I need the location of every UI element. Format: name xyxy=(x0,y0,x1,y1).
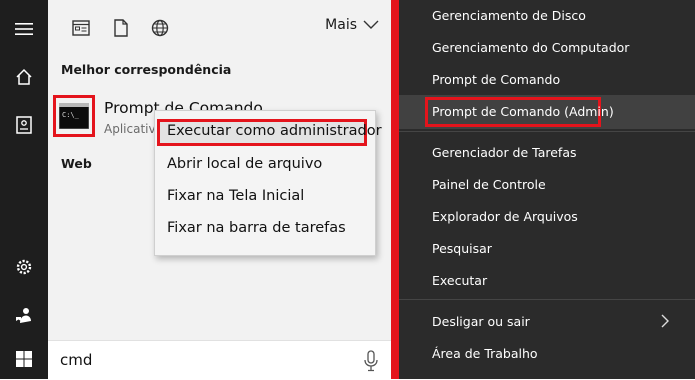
more-filters-button[interactable]: Mais xyxy=(325,17,379,33)
web-heading: Web xyxy=(61,156,92,171)
winx-item-file-explorer[interactable]: Explorador de Arquivos xyxy=(432,209,578,224)
winx-item-command-prompt-admin[interactable]: Prompt de Comando (Admin) xyxy=(432,104,614,119)
pin-to-start-item[interactable]: Fixar na Tela Inicial xyxy=(167,188,304,204)
run-as-admin-item[interactable]: Executar como administrador xyxy=(167,123,382,139)
winx-item-computer-management[interactable]: Gerenciamento do Computador xyxy=(432,40,629,55)
hamburger-icon[interactable] xyxy=(0,9,48,49)
more-filters-label: Mais xyxy=(325,17,357,33)
winx-menu: Gerenciamento de Disco Gerenciamento do … xyxy=(399,0,695,379)
winx-item-run[interactable]: Executar xyxy=(432,273,487,288)
filter-bar: Mais xyxy=(48,0,391,54)
winx-item-disk-management[interactable]: Gerenciamento de Disco xyxy=(432,8,586,23)
start-menu-search: Mais Melhor correspondência C:\_ Prompt … xyxy=(0,0,395,380)
web-filter-icon[interactable] xyxy=(149,17,171,39)
winx-item-search[interactable]: Pesquisar xyxy=(432,241,492,256)
home-icon[interactable] xyxy=(0,57,48,97)
gear-icon[interactable] xyxy=(0,247,48,287)
search-input[interactable]: cmd xyxy=(60,351,92,369)
panel-divider xyxy=(391,0,399,379)
winx-item-shutdown[interactable]: Desligar ou sair xyxy=(432,314,530,329)
windows-logo-icon[interactable] xyxy=(0,339,48,379)
winx-separator xyxy=(399,299,695,300)
notebook-icon[interactable] xyxy=(0,105,48,145)
search-results-panel: Mais Melhor correspondência C:\_ Prompt … xyxy=(48,0,391,380)
feedback-icon[interactable] xyxy=(0,295,48,335)
open-file-location-item[interactable]: Abrir local de arquivo xyxy=(167,156,322,172)
chevron-right-icon xyxy=(661,313,669,332)
cmd-icon[interactable]: C:\_ xyxy=(53,95,95,137)
apps-filter-icon[interactable] xyxy=(70,17,92,39)
pin-to-taskbar-item[interactable]: Fixar na barra de tarefas xyxy=(167,220,346,236)
best-match-heading: Melhor correspondência xyxy=(61,62,232,77)
chevron-down-icon xyxy=(363,20,379,29)
winx-item-control-panel[interactable]: Painel de Controle xyxy=(432,177,546,192)
winx-item-desktop[interactable]: Área de Trabalho xyxy=(432,346,538,361)
context-menu: Executar como administrador Abrir local … xyxy=(154,110,382,256)
svg-text:C:\_: C:\_ xyxy=(62,111,80,119)
winx-separator xyxy=(399,131,695,132)
winx-item-task-manager[interactable]: Gerenciador de Tarefas xyxy=(432,145,577,160)
microphone-icon[interactable] xyxy=(363,350,379,372)
winx-item-command-prompt[interactable]: Prompt de Comando xyxy=(432,72,560,87)
start-rail xyxy=(0,0,48,379)
search-box[interactable]: cmd xyxy=(48,340,391,380)
document-filter-icon[interactable] xyxy=(110,17,132,39)
